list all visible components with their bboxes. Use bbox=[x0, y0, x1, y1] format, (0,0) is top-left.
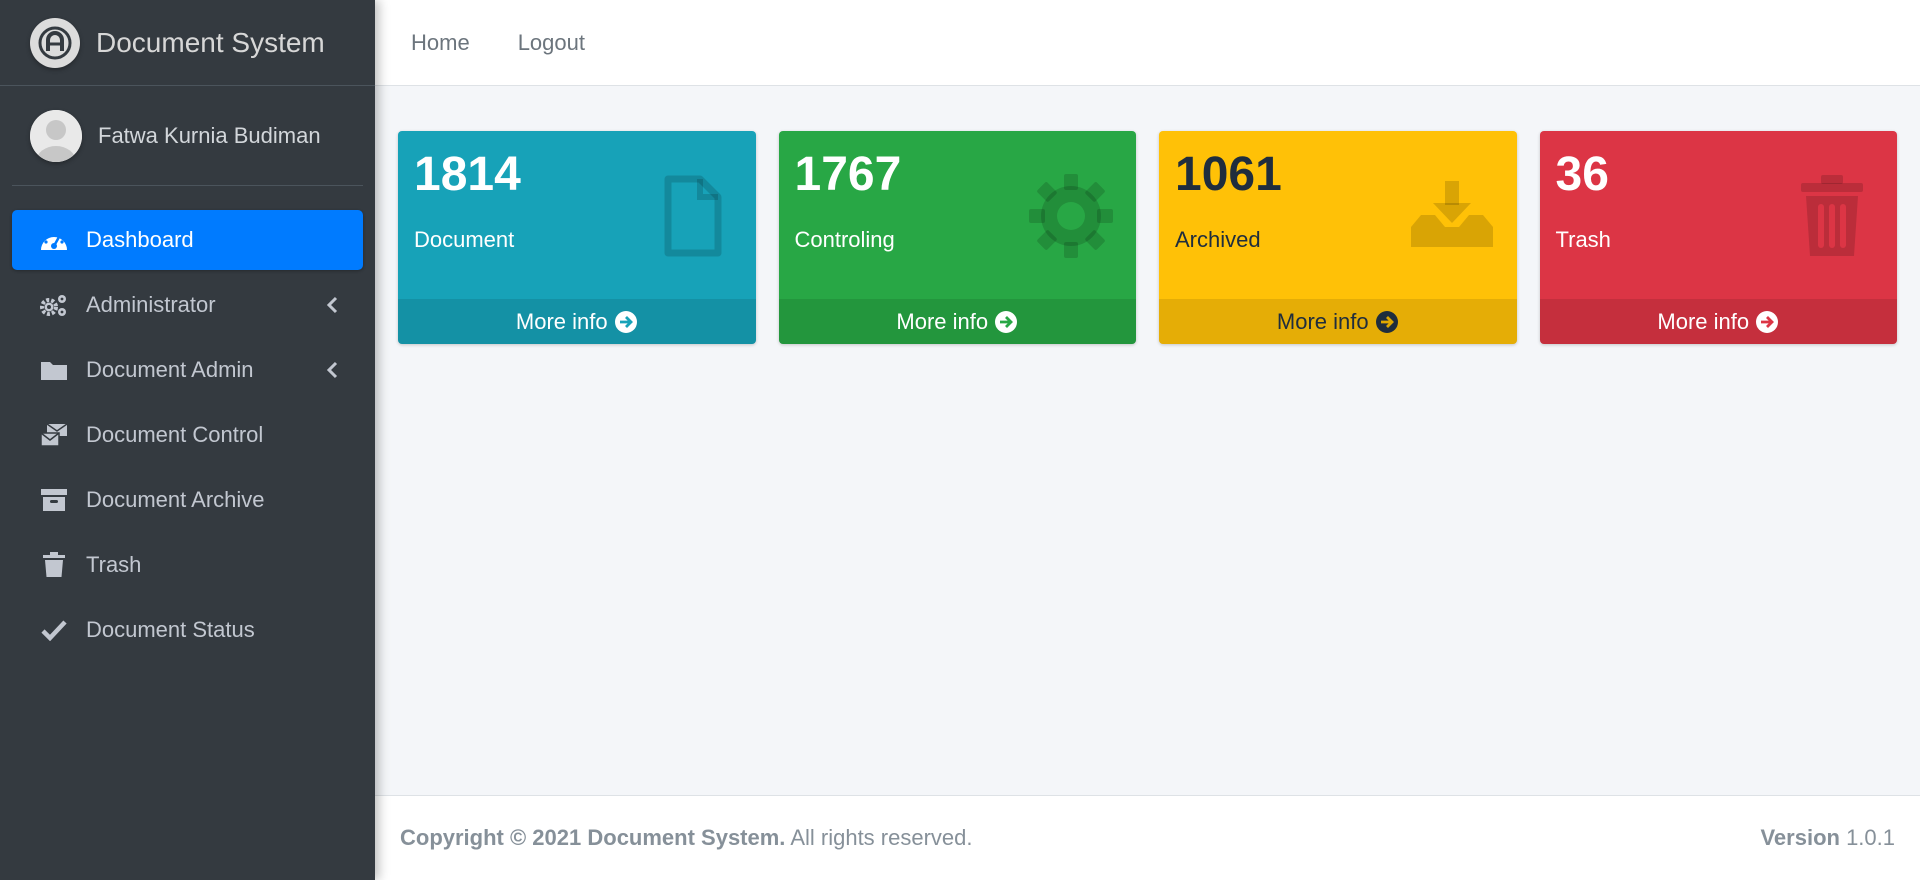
page-footer: Copyright © 2021 Document System. All ri… bbox=[375, 795, 1920, 880]
mail-bulk-icon bbox=[38, 421, 70, 449]
trash-icon bbox=[1801, 175, 1863, 256]
sidebar-item-administrator[interactable]: Administrator bbox=[12, 275, 363, 335]
stat-card-document: 1814 Document More info bbox=[398, 131, 756, 344]
sidebar-item-label: Document Archive bbox=[86, 487, 265, 512]
nav-link-logout[interactable]: Logout bbox=[518, 30, 585, 56]
more-info-label: More info bbox=[1276, 308, 1369, 334]
file-icon bbox=[664, 175, 721, 257]
sidebar: Document System Fatwa Kurnia Budiman Das… bbox=[0, 0, 375, 880]
sidebar-item-label: Administrator bbox=[86, 292, 216, 317]
sidebar-item-label: Document Control bbox=[86, 422, 264, 447]
more-info-link[interactable]: More info bbox=[1539, 299, 1897, 344]
folder-icon bbox=[38, 356, 70, 384]
more-info-link[interactable]: More info bbox=[1159, 299, 1517, 344]
nav-link-home[interactable]: Home bbox=[411, 30, 470, 56]
stat-card-controling: 1767 Controling More info bbox=[778, 131, 1136, 344]
sidebar-nav: Dashboard Administrator Document Admin D… bbox=[0, 186, 375, 660]
stat-card-archived: 1061 Archived More info bbox=[1159, 131, 1517, 344]
version-value: 1.0.1 bbox=[1839, 825, 1895, 850]
more-info-label: More info bbox=[1657, 308, 1750, 334]
brand-link[interactable]: Document System bbox=[0, 0, 375, 86]
sidebar-item-document-control[interactable]: Document Control bbox=[12, 405, 363, 465]
sidebar-item-document-status[interactable]: Document Status bbox=[12, 600, 363, 660]
main-content: 1814 Document More info 1767 Controling bbox=[375, 86, 1920, 795]
more-info-label: More info bbox=[515, 308, 608, 334]
sidebar-item-trash[interactable]: Trash bbox=[12, 535, 363, 595]
user-name[interactable]: Fatwa Kurnia Budiman bbox=[98, 123, 321, 149]
more-info-label: More info bbox=[896, 308, 989, 334]
stat-card-trash: 36 Trash More info bbox=[1539, 131, 1897, 344]
sidebar-item-dashboard[interactable]: Dashboard bbox=[12, 210, 363, 270]
sidebar-item-document-admin[interactable]: Document Admin bbox=[12, 340, 363, 400]
chevron-left-icon bbox=[326, 361, 338, 379]
top-navbar: Home Logout bbox=[375, 0, 1920, 86]
cogs-icon bbox=[38, 291, 70, 319]
sidebar-item-label: Document Admin bbox=[86, 357, 254, 382]
arrow-circle-right-icon bbox=[614, 310, 637, 333]
download-tray-icon bbox=[1410, 181, 1493, 247]
more-info-link[interactable]: More info bbox=[778, 299, 1136, 344]
arrow-circle-right-icon bbox=[1756, 310, 1779, 333]
dashboard-icon bbox=[38, 226, 70, 254]
stat-cards: 1814 Document More info 1767 Controling bbox=[398, 131, 1897, 344]
sidebar-item-label: Trash bbox=[86, 552, 142, 577]
version-label: Version bbox=[1760, 825, 1840, 850]
more-info-link[interactable]: More info bbox=[398, 299, 756, 344]
copyright-rest: All rights reserved. bbox=[785, 825, 973, 850]
sidebar-item-label: Document Status bbox=[86, 617, 255, 642]
sidebar-item-document-archive[interactable]: Document Archive bbox=[12, 470, 363, 530]
gear-icon bbox=[1029, 174, 1113, 258]
copyright: Copyright © 2021 Document System. All ri… bbox=[400, 825, 973, 851]
sidebar-item-label: Dashboard bbox=[86, 227, 194, 252]
copyright-bold: Copyright © 2021 Document System. bbox=[400, 825, 786, 850]
arrow-circle-right-icon bbox=[1375, 310, 1398, 333]
trash-icon bbox=[38, 551, 70, 579]
check-icon bbox=[38, 616, 70, 644]
chevron-left-icon bbox=[326, 296, 338, 314]
version-info: Version 1.0.1 bbox=[1760, 825, 1895, 851]
arrow-circle-right-icon bbox=[995, 310, 1018, 333]
brand-name: Document System bbox=[96, 26, 325, 58]
user-avatar-icon bbox=[30, 109, 82, 162]
user-panel[interactable]: Fatwa Kurnia Budiman bbox=[12, 86, 363, 186]
archive-icon bbox=[38, 486, 70, 514]
app-logo-icon bbox=[30, 17, 80, 68]
